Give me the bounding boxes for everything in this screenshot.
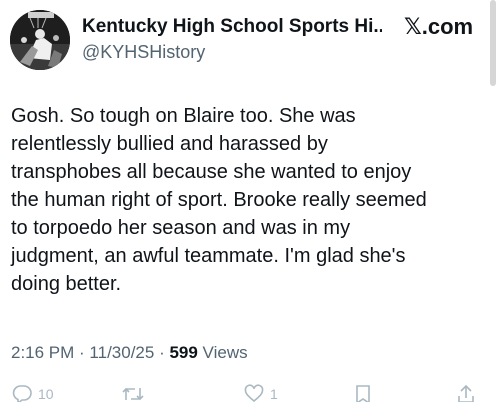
views-label: Views	[197, 343, 248, 362]
meta-separator: ·	[154, 343, 170, 362]
heart-icon	[244, 384, 264, 402]
tweet-text-line: judgment, an awful teammate. I'm glad sh…	[11, 245, 406, 267]
tweet-time[interactable]: 2:16 PM	[11, 343, 74, 362]
author-avatar[interactable]	[10, 10, 70, 70]
views-count: 599	[169, 343, 198, 362]
reply-button[interactable]: 10	[12, 384, 54, 402]
repost-icon	[122, 387, 144, 401]
tweet-text-line: relentlessly bullied and harassed by	[11, 133, 328, 155]
action-bar: 10 1	[0, 382, 500, 402]
tweet-metadata: 2:16 PM · 11/30/25 · 599 Views	[11, 343, 248, 363]
tweet-text-line: the human right of sport. Brooke really …	[11, 189, 427, 211]
tweet-date[interactable]: 11/30/25	[89, 343, 154, 362]
tweet-text: Gosh. So tough on Blaire too. She was re…	[11, 102, 481, 298]
tweet-card: Kentucky High School Sports Hi... @KYHSH…	[0, 0, 500, 402]
tweet-text-line: Gosh. So tough on Blaire too. She was	[11, 105, 356, 127]
author-handle[interactable]: @KYHSHistory	[82, 42, 205, 63]
author-name[interactable]: Kentucky High School Sports Hi...	[82, 16, 382, 38]
bookmark-icon	[356, 385, 370, 402]
like-button[interactable]: 1	[244, 384, 278, 402]
tweet-text-line: doing better.	[11, 273, 122, 295]
meta-separator: ·	[74, 343, 90, 362]
reply-icon	[12, 385, 32, 402]
reply-count: 10	[38, 386, 54, 402]
x-brand-logo: 𝕏.com	[404, 14, 474, 39]
scrollbar[interactable]	[490, 0, 496, 86]
tweet-text-line: to torpoedo her season and was in my	[11, 217, 351, 239]
tweet-text-line: transphobes all because she wanted to en…	[11, 161, 412, 183]
bookmark-button[interactable]	[354, 384, 372, 402]
basketball-photo-avatar-icon	[10, 10, 70, 70]
share-icon	[458, 384, 474, 402]
repost-button[interactable]	[122, 384, 150, 402]
share-button[interactable]	[456, 384, 476, 402]
like-count: 1	[270, 386, 278, 402]
